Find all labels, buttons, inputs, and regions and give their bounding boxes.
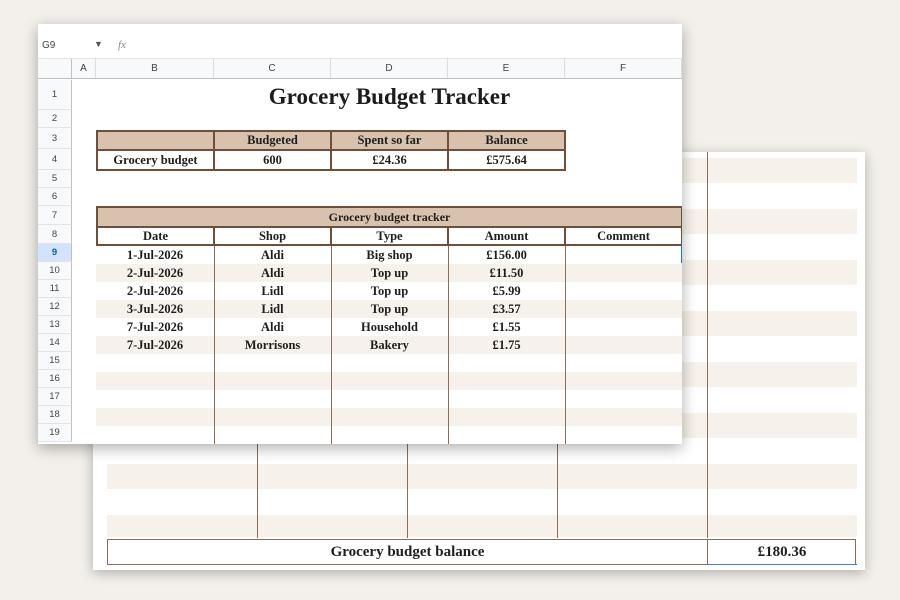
entry-type-cell[interactable]: Top up [331,300,448,318]
back-grid-line [707,152,708,538]
tracker-header-date[interactable]: Date [96,226,215,246]
entry-comment-cell[interactable] [565,264,682,282]
tracker-header-comment[interactable]: Comment [564,226,682,246]
entry-date-cell[interactable]: 3-Jul-2026 [96,300,214,318]
column-divider [331,246,332,444]
row-header-17[interactable]: 17 [38,388,72,406]
column-header-c[interactable]: C [214,59,331,79]
row-header-16[interactable]: 16 [38,370,72,388]
entry-shop-cell[interactable]: Aldi [214,246,331,264]
row-header-10[interactable]: 10 [38,262,72,280]
entry-shop-cell[interactable]: Aldi [214,264,331,282]
column-divider [448,246,449,444]
row-header-5[interactable]: 5 [38,170,72,188]
entry-shop-cell[interactable]: Lidl [214,282,331,300]
entry-amount-cell[interactable]: £1.55 [448,318,565,336]
row-header-7[interactable]: 7 [38,206,72,225]
tracker-header-amount[interactable]: Amount [447,226,566,246]
column-header-e[interactable]: E [448,59,565,79]
entry-date-cell[interactable]: 7-Jul-2026 [96,318,214,336]
entry-amount-cell[interactable]: £5.99 [448,282,565,300]
summary-spent-value[interactable]: £24.36 [330,149,449,171]
summary-header-blank[interactable] [96,130,215,151]
back-row-stripe [107,464,857,489]
entry-type-cell[interactable]: Household [331,318,448,336]
summary-balance-value[interactable]: £575.64 [447,149,566,171]
row-stripe [96,408,682,426]
entry-shop-cell[interactable]: Morrisons [214,336,331,354]
column-header-d[interactable]: D [331,59,448,79]
active-cell-indicator [681,245,682,263]
column-header-a[interactable]: A [72,59,96,79]
entry-amount-cell[interactable]: £1.75 [448,336,565,354]
row-header-19[interactable]: 19 [38,424,72,442]
back-row-stripe [107,515,857,537]
row-header-2[interactable]: 2 [38,110,72,128]
balance-footer-value[interactable]: £180.36 [708,540,856,564]
back-grid-line [557,437,558,538]
entry-comment-cell[interactable] [565,300,682,318]
row-header-18[interactable]: 18 [38,406,72,424]
page-title: Grocery Budget Tracker [268,84,511,109]
summary-header-budgeted[interactable]: Budgeted [213,130,332,151]
entry-date-cell[interactable]: 7-Jul-2026 [96,336,214,354]
column-divider [565,246,566,444]
entry-date-cell[interactable]: 1-Jul-2026 [96,246,214,264]
name-box[interactable]: G9 [42,40,55,51]
summary-header-spent[interactable]: Spent so far [330,130,449,151]
entry-type-cell[interactable]: Top up [331,282,448,300]
entry-amount-cell[interactable]: £3.57 [448,300,565,318]
balance-footer: Grocery budget balance £180.36 [107,539,856,565]
selection-underline [707,564,857,565]
row-header-13[interactable]: 13 [38,316,72,334]
back-grid-line [407,437,408,538]
row-stripe [96,372,682,390]
entry-comment-cell[interactable] [565,282,682,300]
column-header-f[interactable]: F [565,59,682,79]
summary-row-label[interactable]: Grocery budget [96,149,215,171]
entry-type-cell[interactable]: Big shop [331,246,448,264]
entry-amount-cell[interactable]: £156.00 [448,246,565,264]
row-header-9[interactable]: 9 [38,244,72,262]
entry-amount-cell[interactable]: £11.50 [448,264,565,282]
row-header-8[interactable]: 8 [38,225,72,244]
row-header-14[interactable]: 14 [38,334,72,352]
entry-comment-cell[interactable] [565,336,682,354]
summary-budgeted-value[interactable]: 600 [213,149,332,171]
entry-shop-cell[interactable]: Aldi [214,318,331,336]
row-header-15[interactable]: 15 [38,352,72,370]
row-header-1[interactable]: 1 [38,80,72,110]
select-all-corner[interactable] [38,59,72,79]
column-divider [214,246,215,444]
balance-footer-label: Grocery budget balance [330,544,485,560]
column-header-b[interactable]: B [96,59,214,79]
back-grid-line [257,437,258,538]
front-spreadsheet: G9 ▼ fx A B C D E F 1 2 3 4 5 6 7 8 9 10 11 12 13 14 1… [38,24,682,444]
entry-comment-cell[interactable] [565,318,682,336]
row-header-11[interactable]: 11 [38,280,72,298]
entry-type-cell[interactable]: Top up [331,264,448,282]
entry-shop-cell[interactable]: Lidl [214,300,331,318]
fx-icon: fx [118,39,126,51]
row-header-3[interactable]: 3 [38,128,72,149]
entry-date-cell[interactable]: 2-Jul-2026 [96,264,214,282]
row-header-12[interactable]: 12 [38,298,72,316]
entry-type-cell[interactable]: Bakery [331,336,448,354]
formula-bar: G9 ▼ fx [38,36,682,59]
tracker-header-shop[interactable]: Shop [213,226,332,246]
tracker-title[interactable]: Grocery budget tracker [96,206,682,228]
row-header-4[interactable]: 4 [38,149,72,170]
tracker-header-type[interactable]: Type [330,226,449,246]
chevron-down-icon[interactable]: ▼ [94,39,103,49]
entry-date-cell[interactable]: 2-Jul-2026 [96,282,214,300]
summary-header-balance[interactable]: Balance [447,130,566,151]
entry-comment-cell[interactable] [565,246,682,264]
row-header-6[interactable]: 6 [38,188,72,206]
